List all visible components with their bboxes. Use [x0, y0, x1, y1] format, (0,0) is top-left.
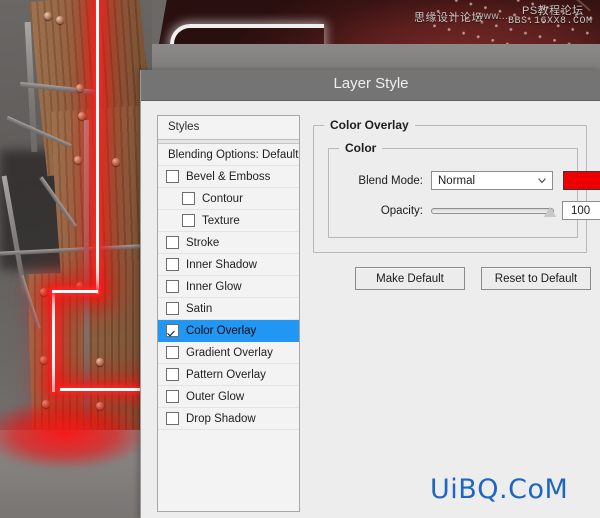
- blend-mode-label: Blend Mode:: [358, 174, 423, 187]
- checkbox-icon[interactable]: [182, 192, 195, 205]
- color-subgroup-title: Color: [339, 141, 383, 155]
- watermark-ps-url: BBS.16XX8.COM: [508, 16, 593, 27]
- styles-item-inner-shadow[interactable]: Inner Shadow: [158, 254, 299, 276]
- bolt: [96, 358, 104, 366]
- styles-item-gradient-overlay[interactable]: Gradient Overlay: [158, 342, 299, 364]
- opacity-label: Opacity:: [380, 204, 423, 217]
- opacity-slider-handle[interactable]: [544, 206, 556, 217]
- styles-item-label: Pattern Overlay: [186, 368, 266, 381]
- styles-item-satin[interactable]: Satin: [158, 298, 299, 320]
- bolt: [74, 156, 82, 164]
- bolt: [78, 112, 86, 120]
- styles-item-label: Inner Shadow: [186, 258, 257, 271]
- styles-item-list: Bevel & Emboss Contour Texture Stroke Inner …: [158, 166, 299, 430]
- dialog-title: Layer Style: [333, 75, 409, 92]
- styles-item-label: Color Overlay: [186, 324, 257, 337]
- bolt: [76, 84, 84, 92]
- bolt: [40, 356, 48, 364]
- checkbox-icon[interactable]: [166, 346, 179, 359]
- checkbox-icon[interactable]: [166, 236, 179, 249]
- neon-tube-vertical: [96, 0, 99, 294]
- styles-list-header: Styles: [158, 116, 299, 140]
- styles-item-contour[interactable]: Contour: [158, 188, 299, 210]
- styles-item-label: Satin: [186, 302, 213, 315]
- opacity-row: Opacity: 100 %: [347, 201, 600, 220]
- checkbox-icon[interactable]: [182, 214, 195, 227]
- bolt: [112, 158, 120, 166]
- bolt: [44, 12, 52, 20]
- opacity-slider[interactable]: [431, 203, 556, 219]
- blend-mode-select[interactable]: Normal: [431, 171, 553, 190]
- styles-item-blending-options[interactable]: Blending Options: Default: [158, 144, 299, 166]
- styles-item-drop-shadow[interactable]: Drop Shadow: [158, 408, 299, 430]
- checkbox-icon[interactable]: [166, 280, 179, 293]
- bolt: [40, 288, 48, 296]
- styles-item-pattern-overlay[interactable]: Pattern Overlay: [158, 364, 299, 386]
- watermark-forum-url: www....: [476, 11, 512, 22]
- layer-style-dialog: Layer Style Styles Blending Options: Def…: [140, 70, 600, 518]
- make-default-button[interactable]: Make Default: [355, 267, 465, 290]
- color-overlay-pane: Color Overlay Color Blend Mode: Normal O…: [313, 115, 600, 512]
- styles-item-label: Outer Glow: [186, 390, 245, 403]
- checkbox-icon[interactable]: [166, 390, 179, 403]
- styles-item-label: Inner Glow: [186, 280, 242, 293]
- dialog-body: Styles Blending Options: Default Bevel &…: [141, 101, 600, 518]
- checkbox-icon[interactable]: [166, 258, 179, 271]
- styles-item-label: Texture: [202, 214, 240, 227]
- checkbox-icon[interactable]: [166, 412, 179, 425]
- color-subgroup: Color Blend Mode: Normal Opacity: 100: [328, 141, 600, 238]
- photo-gray-band: [140, 44, 600, 70]
- color-overlay-group: Color Overlay Color Blend Mode: Normal O…: [313, 118, 600, 253]
- styles-item-label: Stroke: [186, 236, 220, 249]
- blend-mode-row: Blend Mode: Normal: [347, 171, 600, 190]
- styles-item-texture[interactable]: Texture: [158, 210, 299, 232]
- bolt: [56, 16, 64, 24]
- neon-tube-left: [52, 292, 55, 392]
- color-overlay-group-title: Color Overlay: [324, 118, 415, 132]
- styles-item-bevel-emboss[interactable]: Bevel & Emboss: [158, 166, 299, 188]
- styles-list-panel: Styles Blending Options: Default Bevel &…: [157, 115, 300, 512]
- color-swatch[interactable]: [563, 171, 600, 190]
- checkbox-icon[interactable]: [166, 170, 179, 183]
- styles-item-label: Bevel & Emboss: [186, 170, 271, 183]
- blend-mode-value: Normal: [438, 174, 476, 187]
- neon-tube-lower-horizontal: [60, 388, 152, 391]
- watermark-forum-cn: 思缘设计论坛: [414, 12, 483, 24]
- dialog-title-bar[interactable]: Layer Style: [141, 70, 600, 101]
- chevron-down-icon: [538, 178, 546, 184]
- neon-tube-upper-horizontal: [52, 290, 98, 293]
- default-buttons-row: Make Default Reset to Default: [355, 267, 591, 290]
- checkbox-icon[interactable]: [166, 324, 179, 337]
- styles-item-color-overlay[interactable]: Color Overlay: [158, 320, 299, 342]
- opacity-input[interactable]: 100: [562, 201, 600, 220]
- uibq-brand-watermark: UiBQ.CoM: [430, 474, 569, 505]
- reset-to-default-button[interactable]: Reset to Default: [481, 267, 591, 290]
- styles-item-inner-glow[interactable]: Inner Glow: [158, 276, 299, 298]
- screenshot-root: 思缘设计论坛 www.... PS教程论坛 BBS.16XX8.COM Laye…: [0, 0, 600, 518]
- photo-left-scene: [0, 0, 170, 518]
- bolt: [76, 282, 84, 290]
- checkbox-icon[interactable]: [166, 368, 179, 381]
- metal-post: [84, 120, 89, 420]
- styles-item-outer-glow[interactable]: Outer Glow: [158, 386, 299, 408]
- styles-item-stroke[interactable]: Stroke: [158, 232, 299, 254]
- styles-item-label: Contour: [202, 192, 243, 205]
- opacity-slider-track: [431, 207, 554, 214]
- styles-item-label: Gradient Overlay: [186, 346, 273, 359]
- styles-item-label: Drop Shadow: [186, 412, 256, 425]
- checkbox-icon[interactable]: [166, 302, 179, 315]
